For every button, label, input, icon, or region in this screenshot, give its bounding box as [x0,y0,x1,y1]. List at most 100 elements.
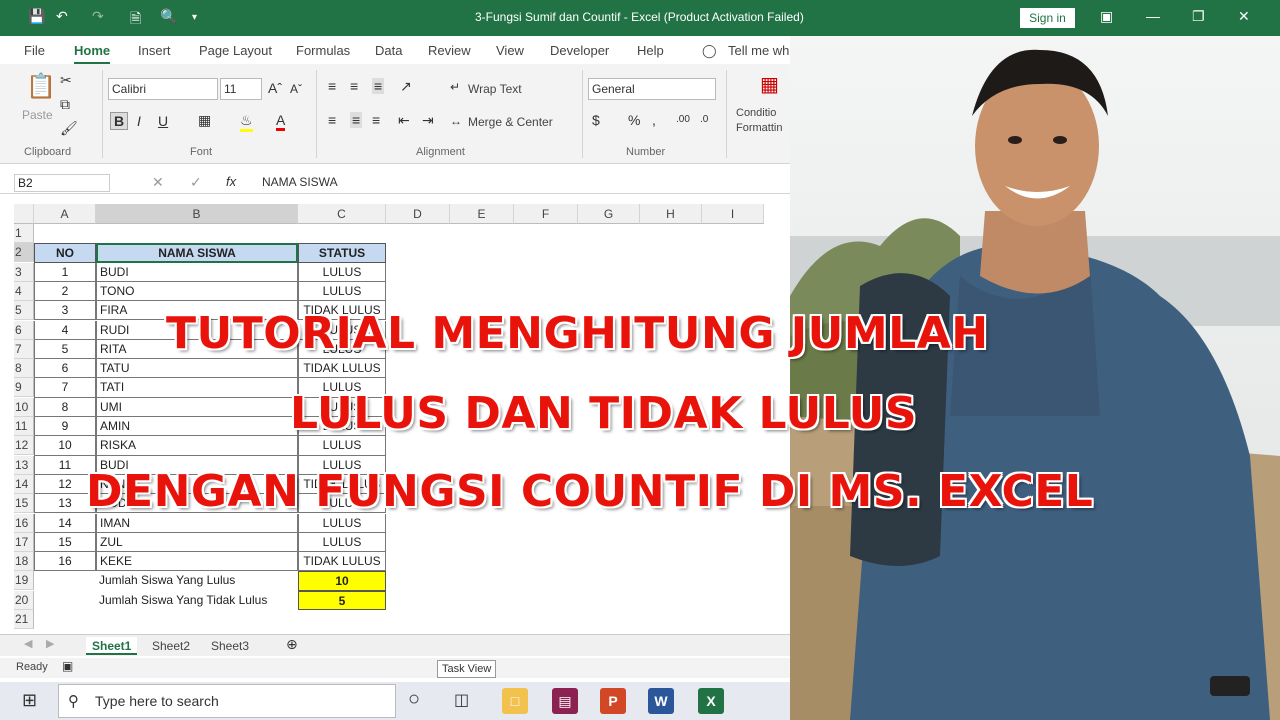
minimize-icon[interactable]: — [1146,8,1160,24]
summary-value[interactable]: 10 [298,571,386,591]
cell-status[interactable]: LULUS [298,436,386,456]
paste-button[interactable]: Paste [22,108,53,122]
row-header[interactable]: 7 [14,339,34,359]
decrease-indent-icon[interactable]: ⇤ [398,112,410,129]
font-name-select[interactable]: Calibri [108,78,218,100]
summary-value[interactable]: 5 [298,590,386,610]
borders-icon[interactable]: ▦ [198,112,211,129]
cell-no[interactable]: 7 [34,378,96,398]
tab-home[interactable]: Home [74,43,111,65]
tab-page-layout[interactable]: Page Layout [199,43,272,58]
cell-status[interactable]: TIDAK LULUS [298,359,386,379]
conditional-formatting-button[interactable]: Conditio Formattin [736,106,790,136]
increase-indent-icon[interactable]: ⇥ [422,112,434,129]
undo-icon[interactable]: ↶ [56,8,68,25]
row-header[interactable]: 15 [14,494,34,514]
decrease-font-icon[interactable]: Aˇ [290,82,302,96]
increase-font-icon[interactable]: Aˆ [268,80,282,96]
column-header-e[interactable]: E [450,204,514,224]
cell-status[interactable]: LULUS [298,532,386,553]
cell-no[interactable]: 9 [34,417,96,437]
row-header[interactable]: 3 [14,262,34,282]
align-bottom-icon[interactable]: ≡ [372,78,385,94]
row-header[interactable]: 19 [14,571,34,591]
paste-icon[interactable]: 📋 [26,72,56,101]
row-header[interactable]: 2 [14,243,34,263]
taskbar-search-input[interactable]: Type here to search [58,684,396,718]
windows-start-icon[interactable]: ⊞ [22,690,37,711]
bold-icon[interactable]: B [110,112,129,130]
tab-view[interactable]: View [496,43,524,58]
print-preview-icon[interactable]: 🔍 [160,8,177,25]
align-right-icon[interactable]: ≡ [372,112,380,128]
save-icon[interactable]: 💾 [28,8,45,25]
enter-icon[interactable]: ✓ [190,174,202,191]
cell-nama[interactable]: TATU [96,359,298,379]
cell-no[interactable]: 10 [34,436,96,456]
row-header[interactable]: 17 [14,532,34,552]
row-header[interactable]: 12 [14,436,34,456]
tell-me-search[interactable]: Tell me wh [728,43,789,58]
font-color-icon[interactable]: A [276,112,286,131]
row-header[interactable]: 18 [14,552,34,572]
word-icon[interactable]: W [648,688,674,714]
cell-no[interactable]: 4 [34,320,96,340]
percent-icon[interactable]: % [628,112,640,128]
ribbon-display-icon[interactable]: ▣ [1100,8,1113,25]
fill-color-icon[interactable]: ♨ [240,112,253,132]
row-header[interactable]: 4 [14,281,34,301]
merge-center-button[interactable]: Merge & Center [468,115,553,129]
cut-icon[interactable]: ✂ [60,72,72,89]
header-cell-no[interactable]: NO [34,243,96,263]
align-center-icon[interactable]: ≡ [350,112,363,128]
customize-qat-icon[interactable]: ▾ [192,12,197,23]
cell-no[interactable]: 3 [34,301,96,321]
cell-nama[interactable]: AMIN [96,417,298,437]
cell-no[interactable]: 8 [34,397,96,417]
column-header-h[interactable]: H [640,204,702,224]
tab-data[interactable]: Data [375,43,402,58]
column-header-b[interactable]: B [96,204,298,224]
cell-nama[interactable]: BUDI [96,262,298,282]
cell-no[interactable]: 6 [34,359,96,379]
redo-icon[interactable]: ↷ [92,8,104,25]
increase-decimal-icon[interactable]: .00 [676,114,690,125]
sheet-tab-1[interactable]: Sheet1 [86,637,138,655]
format-painter-icon[interactable]: 🖌 [60,120,78,137]
accounting-format-icon[interactable]: $ [592,112,600,128]
cell-status[interactable]: TIDAK LULUS [298,552,386,572]
cell-no[interactable]: 2 [34,281,96,302]
cell-no[interactable]: 16 [34,552,96,572]
file-explorer-icon[interactable]: □ [502,688,528,714]
cell-nama[interactable]: TONO [96,281,298,302]
comma-style-icon[interactable]: , [652,112,656,128]
align-middle-icon[interactable]: ≡ [350,78,358,94]
cell-nama[interactable]: TATI [96,378,298,398]
close-icon[interactable]: ✕ [1238,8,1250,25]
name-box[interactable]: B2 [14,174,110,192]
excel-taskbar-icon[interactable]: X [698,688,724,714]
summary-label[interactable]: Jumlah Siswa Yang Tidak Lulus [96,591,298,610]
task-view-icon[interactable]: ◫ [454,690,469,710]
add-sheet-icon[interactable]: ⊕ [286,636,298,653]
row-header[interactable]: 10 [14,397,34,417]
tab-file[interactable]: File [24,43,45,58]
sign-in-button[interactable]: Sign in [1020,8,1075,28]
number-format-select[interactable]: General [588,78,716,100]
cell-status[interactable]: LULUS [298,262,386,282]
orientation-icon[interactable]: ↗ [400,78,412,95]
row-header[interactable]: 13 [14,455,34,475]
row-header[interactable]: 21 [14,610,34,629]
column-header-d[interactable]: D [386,204,450,224]
next-sheet-icon[interactable]: ▶ [46,637,54,650]
sheet-tab-2[interactable]: Sheet2 [146,637,196,655]
sheet-tab-3[interactable]: Sheet3 [205,637,255,655]
select-all-corner[interactable] [14,204,34,224]
header-cell-status[interactable]: STATUS [298,243,386,263]
formula-input[interactable]: NAMA SISWA [262,175,338,189]
align-top-icon[interactable]: ≡ [328,78,336,94]
tab-help[interactable]: Help [637,43,664,58]
winrar-icon[interactable]: ▤ [552,688,578,714]
tab-review[interactable]: Review [428,43,471,58]
cell-nama[interactable]: RISKA [96,436,298,456]
